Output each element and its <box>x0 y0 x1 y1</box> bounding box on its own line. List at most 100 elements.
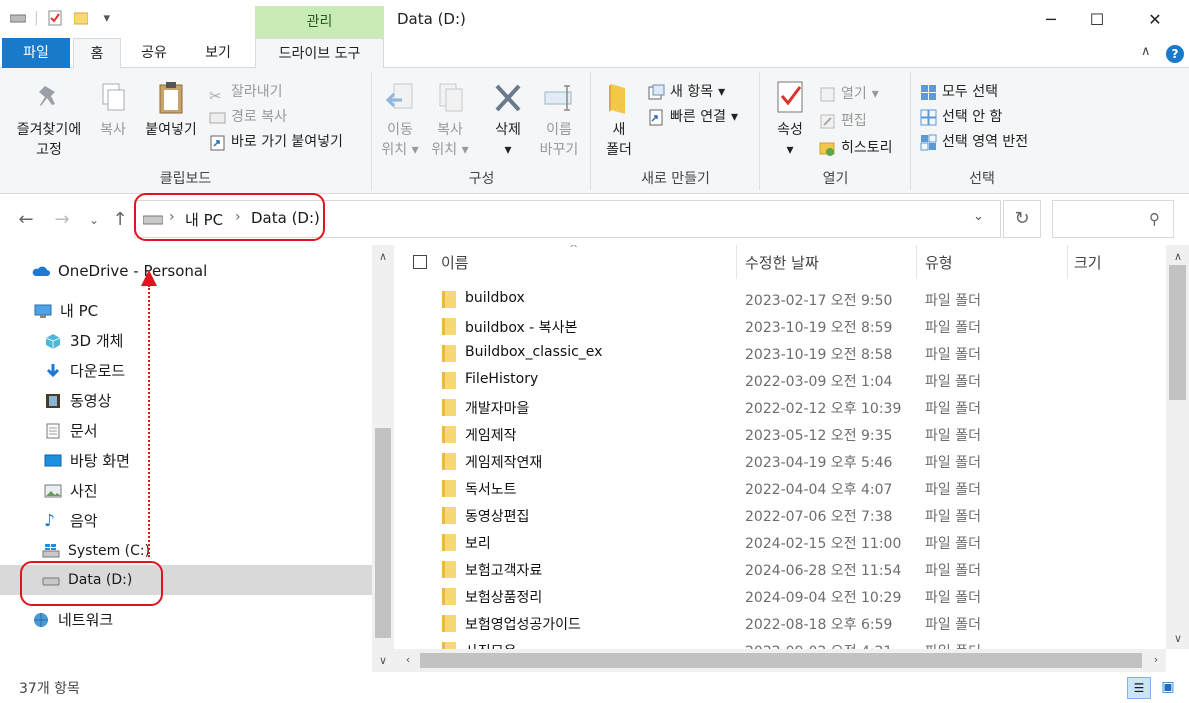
file-list-vertical-thumb[interactable] <box>1169 265 1186 400</box>
folder-icon <box>442 291 456 308</box>
select-all-checkbox[interactable] <box>413 255 427 269</box>
easy-access-button[interactable]: 빠른 연결 ▾ <box>648 105 738 129</box>
customize-qat-icon[interactable]: ▾ <box>97 8 117 28</box>
properties-icon[interactable] <box>45 8 65 28</box>
file-modified: 2022-04-04 오후 4:07 <box>745 482 893 498</box>
copy-to-button[interactable]: 복사 위치 ▾ <box>427 80 473 160</box>
copy-path-button[interactable]: 경로 복사 <box>209 105 287 129</box>
folder-icon <box>442 534 456 551</box>
properties-check-icon <box>777 81 803 113</box>
nav-item-onedrive[interactable]: OneDrive - Personal <box>32 257 207 285</box>
close-button[interactable]: ✕ <box>1132 0 1178 38</box>
file-list: ^ 이름 수정한 날짜 유형 크기 buildbox 2023-02-17 오전 … <box>394 245 1166 649</box>
address-dropdown-icon[interactable]: ⌄ <box>973 209 984 224</box>
new-item-button[interactable]: 새 항목 ▾ <box>648 80 725 104</box>
table-row[interactable]: 게임제작 2023-05-12 오전 9:35 파일 폴더 <box>394 421 1166 448</box>
nav-item-desktop[interactable]: 바탕 화면 <box>44 447 130 475</box>
history-button[interactable]: 히스토리 <box>819 136 893 160</box>
film-icon <box>46 394 60 408</box>
maximize-button[interactable]: ☐ <box>1074 0 1120 38</box>
file-modified: 2023-04-19 오후 5:46 <box>745 455 893 471</box>
nav-item-music[interactable]: ♪ 음악 <box>44 507 98 535</box>
table-row[interactable]: 게임제작연재 2023-04-19 오후 5:46 파일 폴더 <box>394 448 1166 475</box>
table-row[interactable]: 동영상편집 2022-07-06 오전 7:38 파일 폴더 <box>394 502 1166 529</box>
ribbon-tab-bar: 파일 홈 공유 보기 드라이브 도구 <box>0 38 1189 68</box>
column-divider[interactable] <box>736 245 737 279</box>
table-row[interactable]: FileHistory 2022-03-09 오전 1:04 파일 폴더 <box>394 367 1166 394</box>
cut-button[interactable]: ✂ 잘라내기 <box>209 80 283 105</box>
column-header-size[interactable]: 크기 <box>1074 252 1102 273</box>
collapse-ribbon-icon[interactable]: ∧ <box>1141 44 1151 59</box>
details-view-icon[interactable]: ☰ <box>1127 677 1151 699</box>
picture-icon <box>44 484 62 498</box>
table-row[interactable]: 보험영업성공가이드 2022-08-18 오후 6:59 파일 폴더 <box>394 610 1166 637</box>
refresh-icon[interactable]: ↻ <box>1003 200 1041 238</box>
up-arrow-icon[interactable]: ↑ <box>110 209 130 230</box>
nav-item-network[interactable]: 네트워크 <box>32 606 113 634</box>
file-list-horizontal-thumb[interactable] <box>420 653 1142 668</box>
scroll-down-icon[interactable]: ∨ <box>1170 632 1186 645</box>
paste-shortcut-button[interactable]: 바로 가기 붙여넣기 <box>209 130 343 154</box>
back-arrow-icon[interactable]: ← <box>16 209 36 230</box>
select-none-button[interactable]: 선택 안 함 <box>920 105 1002 129</box>
table-row[interactable]: buildbox 2023-02-17 오전 9:50 파일 폴더 <box>394 286 1166 313</box>
nav-item-pictures[interactable]: 사진 <box>44 477 98 505</box>
column-header-modified[interactable]: 수정한 날짜 <box>745 252 819 273</box>
paste-button[interactable]: 붙여넣기 <box>138 80 204 140</box>
scroll-left-icon[interactable]: ‹ <box>400 653 416 666</box>
manage-context-tab[interactable]: 관리 <box>255 6 384 38</box>
rename-button[interactable]: 이름 바꾸기 <box>533 80 585 160</box>
nav-item-this-pc[interactable]: 내 PC <box>34 297 98 325</box>
copy-button[interactable]: 복사 <box>92 80 134 140</box>
file-type: 파일 폴더 <box>925 590 981 606</box>
recent-locations-chevron-icon[interactable]: ⌄ <box>84 213 104 227</box>
move-to-button[interactable]: 이동 위치 ▾ <box>377 80 423 160</box>
nav-item-documents[interactable]: 문서 <box>44 417 98 445</box>
table-row[interactable]: 보험고객자료 2024-06-28 오전 11:54 파일 폴더 <box>394 556 1166 583</box>
minimize-button[interactable]: ─ <box>1028 0 1074 38</box>
tab-share[interactable]: 공유 <box>128 38 180 68</box>
tab-file[interactable]: 파일 <box>2 38 70 68</box>
select-all-button[interactable]: 모두 선택 <box>920 80 998 104</box>
file-name: 게임제작연재 <box>465 455 543 471</box>
nav-item-3d-objects[interactable]: 3D 개체 <box>44 327 123 355</box>
nav-item-downloads[interactable]: 다운로드 <box>44 357 125 385</box>
folder-icon <box>442 588 456 605</box>
scroll-up-icon[interactable]: ∧ <box>375 250 391 263</box>
forward-arrow-icon[interactable]: → <box>52 209 72 230</box>
invert-selection-button[interactable]: 선택 영역 반전 <box>920 130 1028 154</box>
scroll-right-icon[interactable]: › <box>1148 653 1164 666</box>
windows-drive-icon <box>42 544 60 558</box>
table-row[interactable]: 보험상품정리 2024-09-04 오전 10:29 파일 폴더 <box>394 583 1166 610</box>
rename-icon <box>544 85 572 111</box>
tab-home[interactable]: 홈 <box>73 38 121 68</box>
new-folder-icon[interactable] <box>71 8 91 28</box>
tab-view[interactable]: 보기 <box>190 38 246 68</box>
table-row[interactable]: Buildbox_classic_ex 2023-10-19 오전 8:58 파일 … <box>394 340 1166 367</box>
search-input[interactable]: ⚲ <box>1052 200 1174 238</box>
table-row[interactable]: 보리 2024-02-15 오전 11:00 파일 폴더 <box>394 529 1166 556</box>
help-icon[interactable]: ? <box>1166 45 1184 63</box>
large-icons-view-icon[interactable]: ▣ <box>1156 677 1180 699</box>
column-divider[interactable] <box>916 245 917 279</box>
table-row[interactable]: 독서노트 2022-04-04 오후 4:07 파일 폴더 <box>394 475 1166 502</box>
open-button[interactable]: 열기 ▾ <box>819 82 879 106</box>
column-header-name[interactable]: 이름 <box>441 252 469 273</box>
new-folder-button[interactable]: 새 폴더 <box>598 80 640 160</box>
scroll-up-icon[interactable]: ∧ <box>1170 250 1186 263</box>
annotation-dotted-line <box>148 285 150 557</box>
table-row[interactable]: buildbox - 복사본 2023-10-19 오전 8:59 파일 폴더 <box>394 313 1166 340</box>
nav-item-videos[interactable]: 동영상 <box>44 387 111 415</box>
table-row[interactable]: 사진모음 2022-09-02 오전 4:21 파일 폴더 <box>394 637 1166 649</box>
table-row[interactable]: 개발자마을 2022-02-12 오후 10:39 파일 폴더 <box>394 394 1166 421</box>
tab-drive-tools[interactable]: 드라이브 도구 <box>255 38 384 68</box>
column-divider[interactable] <box>1067 245 1068 279</box>
column-header-type[interactable]: 유형 <box>925 252 953 273</box>
nav-pane-scroll-thumb[interactable] <box>375 428 391 638</box>
delete-button[interactable]: 삭제 ▾ <box>485 80 531 160</box>
scroll-down-icon[interactable]: ∨ <box>375 654 391 667</box>
edit-button[interactable]: 편집 <box>819 109 867 133</box>
sort-ascending-icon: ^ <box>569 245 579 255</box>
pin-to-quick-access-button[interactable]: 즐겨찾기에 고정 <box>6 80 92 160</box>
properties-button[interactable]: 속성 ▾ <box>767 80 813 160</box>
